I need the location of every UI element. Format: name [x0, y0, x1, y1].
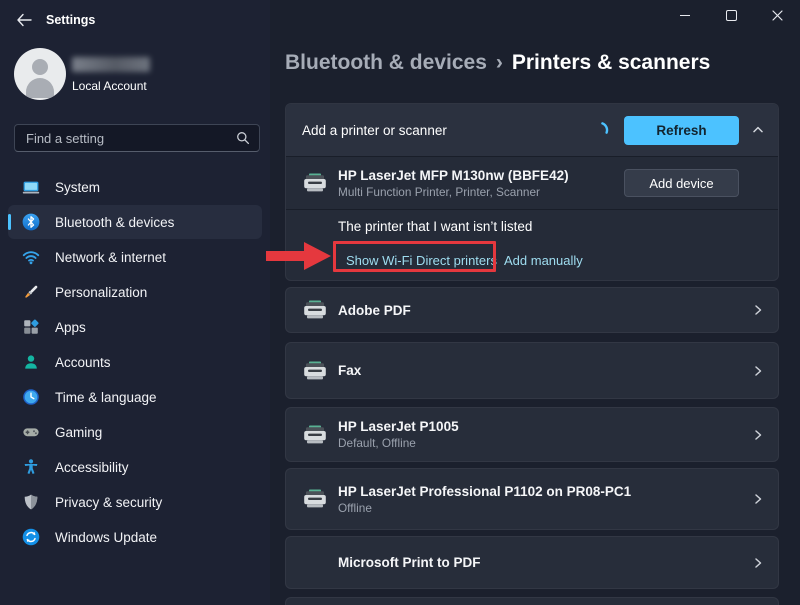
maximize-icon: [726, 10, 737, 21]
breadcrumb-parent[interactable]: Bluetooth & devices: [285, 51, 487, 74]
bluetooth-icon: [22, 213, 40, 231]
clock-icon: [22, 388, 40, 406]
sidebar-item-privacy-security[interactable]: Privacy & security: [8, 485, 262, 519]
sidebar-item-system[interactable]: System: [8, 170, 262, 204]
device-name: HP LaserJet MFP M130nw (BBFE42): [338, 168, 624, 183]
sidebar-item-apps[interactable]: Apps: [8, 310, 262, 344]
add-printer-label: Add a printer or scanner: [302, 123, 590, 138]
sidebar-item-bluetooth-devices[interactable]: Bluetooth & devices: [8, 205, 262, 239]
update-refresh-icon: [22, 528, 40, 546]
annotation-arrow-icon: [304, 242, 331, 270]
sidebar-item-gaming[interactable]: Gaming: [8, 415, 262, 449]
printer-icon: [302, 361, 328, 381]
add-printer-header-row: Add a printer or scanner Refresh: [286, 104, 778, 156]
printer-row-adobe-pdf[interactable]: Adobe PDF: [285, 287, 779, 333]
person-icon: [22, 353, 40, 371]
sidebar-item-personalization[interactable]: Personalization: [8, 275, 262, 309]
printer-status: Offline: [338, 501, 742, 515]
printer-status: Default, Offline: [338, 436, 742, 450]
sidebar: Local Account System Bluetooth & devices: [0, 0, 270, 605]
close-icon: [772, 10, 783, 21]
account-type-label: Local Account: [72, 79, 147, 93]
device-description: Multi Function Printer, Printer, Scanner: [338, 185, 624, 199]
printer-name: Fax: [338, 363, 742, 378]
refresh-button[interactable]: Refresh: [624, 116, 739, 145]
main-pane: Bluetooth & devices›Printers & scanners …: [270, 0, 800, 605]
settings-window: Bluetooth & devices›Printers & scanners …: [0, 0, 800, 605]
close-button[interactable]: [754, 0, 800, 31]
discovered-device-row: HP LaserJet MFP M130nw (BBFE42) Multi Fu…: [286, 156, 778, 209]
add-manually-link[interactable]: Add manually: [504, 253, 583, 268]
breadcrumb: Bluetooth & devices › Printers & scanners: [285, 51, 710, 75]
window-controls: [662, 0, 800, 31]
chevron-right-icon: [752, 304, 764, 316]
sidebar-nav: System Bluetooth & devices Network & int…: [8, 170, 262, 555]
wifi-icon: [22, 248, 40, 266]
page-title: Printers & scanners: [512, 51, 710, 74]
chevron-up-icon[interactable]: [752, 124, 764, 136]
printer-icon: [302, 489, 328, 509]
sidebar-item-windows-update[interactable]: Windows Update: [8, 520, 262, 554]
printer-name: HP LaserJet Professional P1102 on PR08-P…: [338, 484, 742, 499]
printer-row-hp-p1102[interactable]: HP LaserJet Professional P1102 on PR08-P…: [285, 468, 779, 530]
add-printer-expander-card: Add a printer or scanner Refresh: [285, 103, 779, 281]
printer-name: Adobe PDF: [338, 303, 742, 318]
sidebar-item-time-language[interactable]: Time & language: [8, 380, 262, 414]
annotation-arrow-shaft: [266, 251, 308, 261]
loading-spinner-icon: [590, 120, 610, 140]
printer-icon: [302, 173, 328, 193]
gamepad-icon: [22, 423, 40, 441]
account-name-redacted: [72, 57, 150, 72]
maximize-button[interactable]: [708, 0, 754, 31]
chevron-right-icon: [752, 493, 764, 505]
accessibility-person-icon: [22, 458, 40, 476]
printer-row-hp-p1005[interactable]: HP LaserJet P1005 Default, Offline: [285, 407, 779, 462]
chevron-right-icon: [752, 365, 764, 377]
printer-icon: [302, 425, 328, 445]
printer-icon: [302, 300, 328, 320]
minimize-button[interactable]: [662, 0, 708, 31]
printer-name: HP LaserJet P1005: [338, 419, 742, 434]
printer-not-listed-label: The printer that I want isn’t listed: [338, 219, 532, 234]
search-box[interactable]: [14, 124, 260, 152]
printer-row-fax[interactable]: Fax: [285, 342, 779, 399]
chevron-right-icon: [752, 557, 764, 569]
printer-name: Microsoft Print to PDF: [338, 555, 742, 570]
search-input[interactable]: [26, 131, 236, 146]
paintbrush-icon: [22, 283, 40, 301]
add-device-button[interactable]: Add device: [624, 169, 739, 197]
back-button[interactable]: [10, 8, 38, 32]
apps-icon: [22, 318, 40, 336]
sidebar-item-network-internet[interactable]: Network & internet: [8, 240, 262, 274]
printer-not-listed-row: The printer that I want isn’t listed Sho…: [286, 209, 778, 281]
minimize-icon: [680, 15, 690, 16]
shield-icon: [22, 493, 40, 511]
avatar[interactable]: [14, 48, 66, 100]
sidebar-item-accounts[interactable]: Accounts: [8, 345, 262, 379]
search-icon: [236, 131, 250, 145]
breadcrumb-separator-icon: ›: [496, 51, 503, 74]
annotation-highlight-box: [333, 241, 496, 272]
sidebar-item-accessibility[interactable]: Accessibility: [8, 450, 262, 484]
system-icon: [22, 178, 40, 196]
chevron-right-icon: [752, 429, 764, 441]
window-title: Settings: [46, 13, 95, 27]
printer-row-partial[interactable]: [285, 597, 779, 605]
printer-row-ms-print-to-pdf[interactable]: Microsoft Print to PDF: [285, 536, 779, 589]
